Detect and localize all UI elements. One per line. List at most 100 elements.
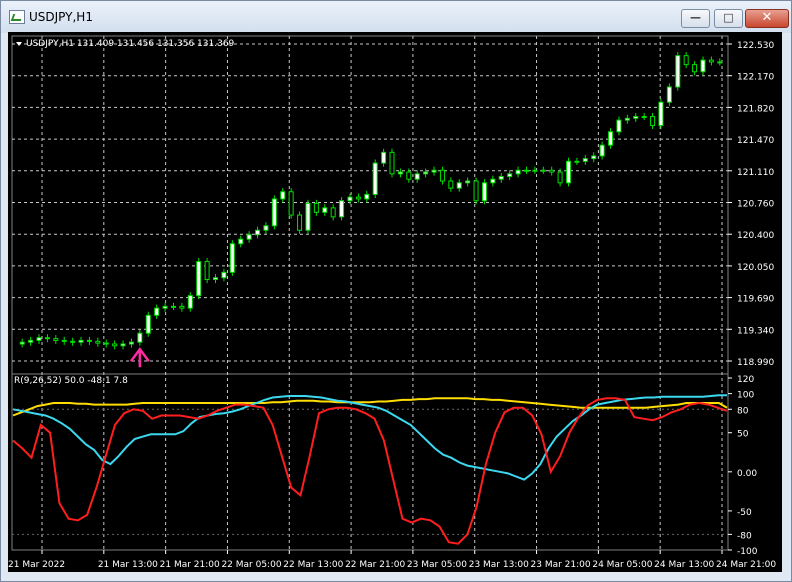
- candle-bull: [271, 198, 277, 227]
- osc-tick-label: -50: [737, 508, 752, 518]
- candle-bull: [154, 307, 160, 316]
- candle-bull: [414, 173, 420, 180]
- candle-bear: [288, 191, 294, 216]
- candle-bear: [439, 169, 445, 182]
- price-tick-label: 120.760: [737, 200, 774, 210]
- minimize-icon: —: [690, 11, 701, 24]
- window-title: USDJPY,H1: [29, 10, 93, 24]
- time-tick-label: 22 Mar 05:00: [221, 560, 281, 570]
- candle-bull: [675, 55, 681, 88]
- close-button[interactable]: ✕: [745, 9, 789, 28]
- candle-bull: [372, 162, 378, 195]
- candle-bear: [313, 202, 319, 213]
- candle-bull: [523, 169, 529, 172]
- chart-frame: [11, 35, 729, 551]
- candle-bull: [507, 173, 513, 178]
- candle-bull: [19, 341, 25, 345]
- candle-bear: [355, 196, 361, 200]
- price-tick-label: 120.050: [737, 263, 774, 273]
- osc-title: R(9,26,52) 50.0 -48.1 7.8: [14, 376, 128, 386]
- candle-bull: [36, 337, 42, 341]
- candle-bull: [423, 171, 429, 175]
- candle-bull: [78, 339, 84, 343]
- candle-bull: [717, 61, 723, 64]
- candle-bull: [145, 314, 151, 334]
- chart-app-icon: [9, 10, 25, 24]
- candle-bear: [53, 338, 59, 341]
- price-tick-label: 119.690: [737, 295, 774, 305]
- candle-bull: [456, 182, 462, 189]
- candle-bull: [624, 117, 630, 121]
- candle-bull: [566, 160, 572, 184]
- osc-series-line-3: [12, 397, 728, 545]
- osc-tick-label: 50: [737, 430, 749, 440]
- candle-bull: [162, 305, 168, 309]
- candle-bull: [582, 158, 588, 162]
- main-chart-title: USDJPY,H1 131.409 131.456 131.356 131.36…: [26, 39, 235, 49]
- candle-bull: [591, 155, 597, 160]
- candle-bull: [515, 169, 521, 175]
- candle-bear: [70, 340, 76, 343]
- candle-bull: [608, 131, 614, 146]
- candle-bear: [61, 339, 67, 342]
- minimize-button[interactable]: —: [681, 9, 710, 28]
- candle-bull: [170, 305, 176, 308]
- time-tick-label: 24 Mar 21:00: [716, 560, 776, 570]
- candle-bull: [229, 243, 235, 273]
- chart-area[interactable]: 122.530 122.170 121.820 121.470 121.110 120.7…: [8, 32, 782, 572]
- maximize-icon: □: [723, 11, 734, 24]
- candle-bull: [187, 295, 193, 309]
- candle-bull: [397, 171, 403, 175]
- candle-bull: [339, 200, 345, 218]
- maximize-button[interactable]: □: [714, 9, 743, 28]
- candle-bull: [498, 176, 504, 180]
- candle-bull: [238, 238, 244, 245]
- candle-bear: [406, 171, 412, 180]
- candle-bull: [633, 116, 639, 119]
- candle-bull: [666, 86, 672, 103]
- osc-tick-label: -80: [737, 531, 752, 541]
- candle-bear: [103, 342, 109, 345]
- candle-bear: [448, 180, 454, 189]
- time-tick-label: 21 Mar 2022: [8, 560, 65, 570]
- candle-bear: [86, 339, 92, 342]
- candle-bull: [128, 341, 134, 345]
- price-tick-label: 122.530: [737, 41, 774, 51]
- price-tick-label: 119.340: [737, 326, 774, 336]
- menu-triangle-icon: [16, 42, 22, 46]
- candle-bull: [246, 234, 252, 240]
- candle-bear: [473, 180, 479, 202]
- candle-bull: [532, 169, 538, 172]
- time-tick-label: 22 Mar 13:00: [283, 560, 343, 570]
- price-tick-label: 121.470: [737, 136, 774, 146]
- time-tick-label: 23 Mar 13:00: [469, 560, 529, 570]
- candle-bull: [255, 229, 261, 236]
- candle-bull: [540, 169, 546, 172]
- time-tick-label: 23 Mar 05:00: [407, 560, 467, 570]
- candle-bear: [44, 337, 50, 340]
- chart-svg: 122.530 122.170 121.820 121.470 121.110 120.7…: [8, 35, 776, 570]
- candle-bull: [280, 191, 286, 200]
- candle-bear: [112, 343, 118, 347]
- candle-bull: [196, 261, 202, 297]
- candle-bull: [700, 59, 706, 73]
- time-tick-label: 21 Mar 21:00: [160, 560, 220, 570]
- candle-bear: [557, 171, 563, 184]
- osc-tick-label: 80: [737, 406, 749, 416]
- candle-bull: [347, 196, 353, 202]
- candle-bull: [658, 101, 664, 126]
- candle-bull: [28, 339, 34, 343]
- close-icon: ✕: [761, 10, 773, 25]
- osc-tick-label: 120: [737, 375, 754, 385]
- candle-bear: [297, 214, 303, 231]
- candle-bull: [431, 169, 437, 173]
- time-tick-label: 24 Mar 13:00: [654, 560, 714, 570]
- candle-bear: [204, 261, 210, 281]
- candle-bull: [364, 193, 370, 200]
- candle-bull: [137, 332, 143, 343]
- candle-bear: [330, 207, 336, 218]
- candle-bull: [599, 144, 605, 157]
- candle-bull: [213, 277, 219, 281]
- price-tick-label: 121.110: [737, 168, 774, 178]
- title-bar[interactable]: USDJPY,H1 — □ ✕: [1, 1, 791, 33]
